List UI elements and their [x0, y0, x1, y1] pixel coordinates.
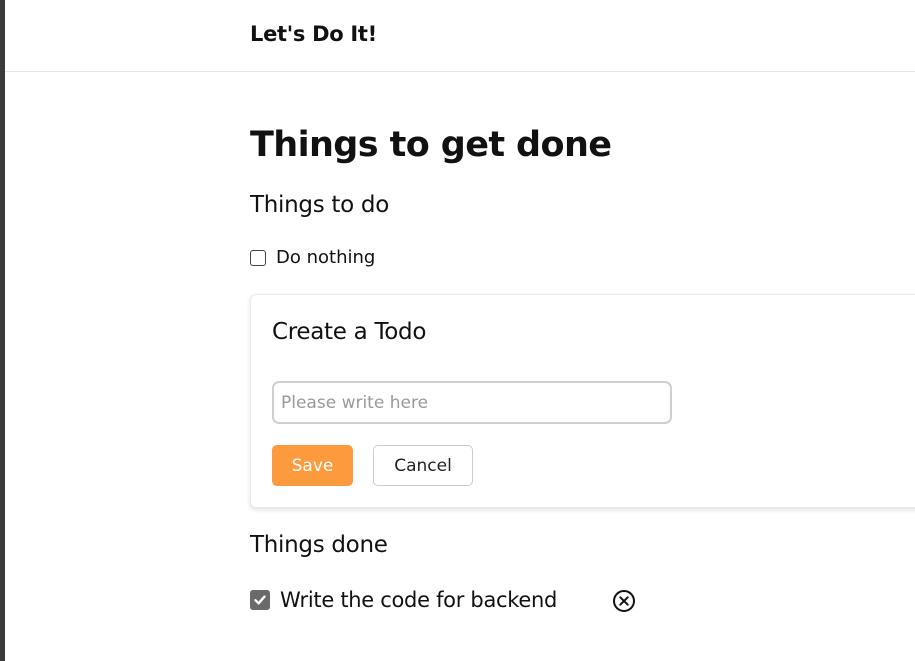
todo-item[interactable]: Do nothing: [250, 247, 375, 268]
todo-section-heading: Things to do: [250, 192, 389, 218]
save-button[interactable]: Save: [272, 445, 353, 486]
done-checkbox[interactable]: [250, 590, 270, 610]
create-todo-title: Create a Todo: [272, 319, 427, 345]
todo-item-label: Do nothing: [276, 247, 376, 268]
close-circle-icon: [613, 590, 635, 612]
delete-todo-button[interactable]: [612, 589, 636, 613]
cancel-button[interactable]: Cancel: [373, 445, 473, 486]
done-item-label: Write the code for backend: [280, 588, 558, 612]
todo-checkbox[interactable]: [250, 249, 266, 266]
todo-input[interactable]: [272, 381, 672, 424]
create-todo-card: Create a Todo Save Cancel: [250, 294, 915, 508]
done-section-heading: Things done: [250, 532, 388, 558]
page-title: Things to get done: [250, 125, 612, 165]
window-edge: [0, 0, 5, 661]
navbar: Let's Do It!: [5, 0, 915, 72]
brand-title[interactable]: Let's Do It!: [250, 22, 377, 46]
check-icon: [254, 595, 266, 605]
done-item[interactable]: Write the code for backend: [250, 588, 557, 612]
